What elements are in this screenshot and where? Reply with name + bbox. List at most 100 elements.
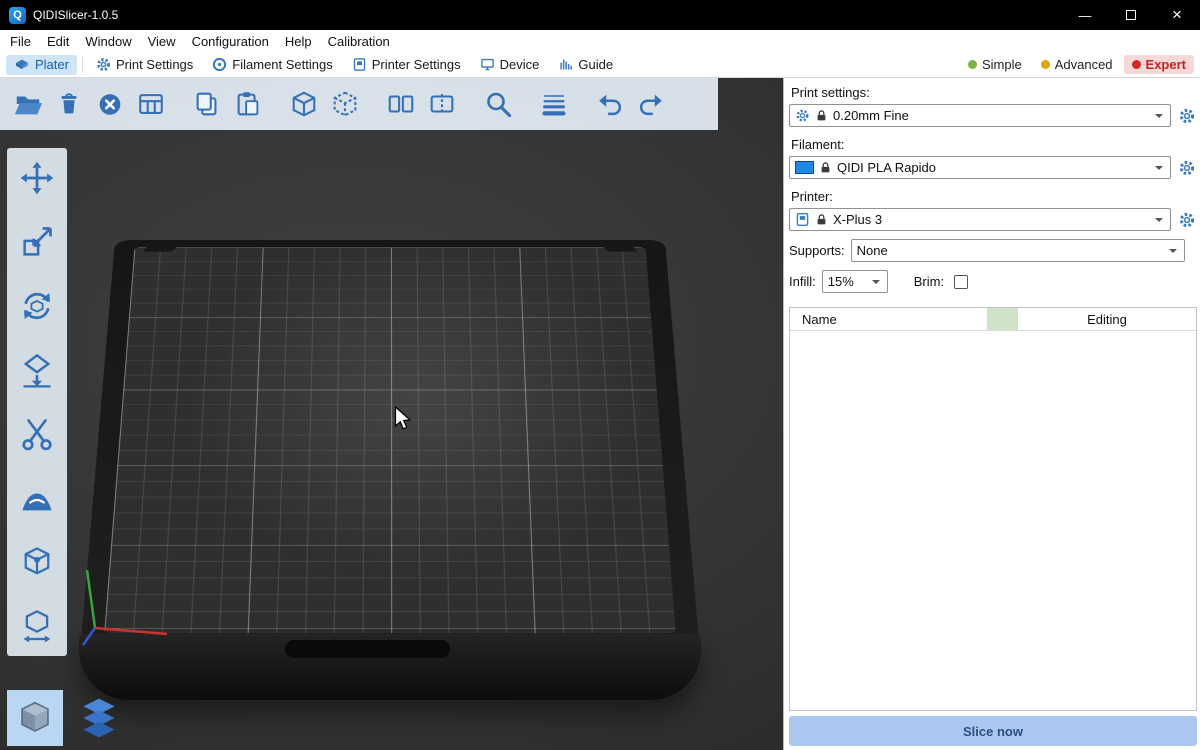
print-bed-handle [285,640,450,658]
menu-configuration[interactable]: Configuration [184,30,277,52]
lock-icon [819,161,832,174]
printer-row: X-Plus 3 [789,208,1197,231]
split-to-objects-button[interactable] [385,85,417,123]
tab-print-settings[interactable]: Print Settings [88,55,201,74]
mode-simple[interactable]: Simple [960,55,1030,74]
mode-simple-label: Simple [982,57,1022,72]
window-title: QIDISlicer-1.0.5 [33,8,118,22]
advanced-mode-dot-icon [1041,60,1050,69]
filament-gear-button[interactable] [1177,158,1197,178]
infill-combo[interactable]: 15% [822,270,888,293]
tab-plater[interactable]: Plater [6,55,77,75]
rotate-button[interactable] [14,286,60,326]
menu-edit[interactable]: Edit [39,30,77,52]
paint-supports-button[interactable] [14,478,60,518]
remove-instance-button[interactable] [329,85,361,123]
rotate-icon [19,288,55,324]
delete-icon [54,89,84,119]
maximize-button[interactable] [1108,0,1154,30]
supports-combo[interactable]: None [851,239,1185,262]
column-header-editing: Editing [1018,308,1196,330]
toolbar-group-split [385,85,458,123]
device-icon [480,57,495,72]
toolbar-group-instances [288,85,361,123]
variable-layer-height-button[interactable] [538,85,570,123]
move-icon [19,160,55,196]
undo-icon [595,89,625,119]
expert-mode-dot-icon [1132,60,1141,69]
tab-print-settings-label: Print Settings [116,57,193,72]
slice-now-button[interactable]: Slice now [789,716,1197,746]
menubar: File Edit Window View Configuration Help… [0,30,1200,52]
move-button[interactable] [14,158,60,198]
print-settings-icon [96,57,111,72]
tab-device[interactable]: Device [472,55,548,74]
scale-button[interactable] [14,222,60,262]
tab-filament-settings-label: Filament Settings [232,57,332,72]
menu-window[interactable]: Window [77,30,139,52]
seam-painting-button[interactable] [14,542,60,582]
menu-file[interactable]: File [2,30,39,52]
tab-printer-settings[interactable]: Printer Settings [344,55,469,74]
measure-icon [19,608,55,644]
object-list-header: Name Editing [790,308,1196,331]
arrange-button[interactable] [135,85,167,123]
gizmo-toolbar [7,148,67,656]
filament-combo[interactable]: QIDI PLA Rapido [789,156,1171,179]
infill-value: 15% [828,274,854,289]
place-on-face-button[interactable] [14,350,60,390]
mouse-cursor [394,406,412,432]
main-toolbar [0,78,718,130]
paste-icon [233,89,263,119]
app-logo-icon: Q [9,7,26,24]
measure-button[interactable] [14,606,60,646]
open-button[interactable] [12,85,44,123]
3d-editor-view-button[interactable] [7,690,63,746]
printer-gear-button[interactable] [1177,210,1197,230]
3d-viewport[interactable] [0,78,783,750]
paint-supports-icon [19,480,55,516]
sidebar: Print settings: 0.20mm Fine Filament: QI… [783,78,1200,750]
tab-printer-settings-label: Printer Settings [372,57,461,72]
gear-icon [1178,107,1196,125]
delete-button[interactable] [53,85,85,123]
arrange-icon [136,89,166,119]
print-settings-gear-button[interactable] [1177,106,1197,126]
tab-device-label: Device [500,57,540,72]
printer-combo[interactable]: X-Plus 3 [789,208,1171,231]
menu-view[interactable]: View [140,30,184,52]
tab-filament-settings[interactable]: Filament Settings [204,55,340,74]
open-folder-icon [13,89,43,119]
search-button[interactable] [482,85,514,123]
print-settings-combo[interactable]: 0.20mm Fine [789,104,1171,127]
copy-button[interactable] [191,85,223,123]
lock-icon [815,213,828,226]
split-to-parts-button[interactable] [426,85,458,123]
menu-help[interactable]: Help [277,30,320,52]
object-list-body[interactable] [790,331,1196,710]
tab-guide[interactable]: Guide [550,55,621,74]
preview-view-button[interactable] [71,690,127,746]
paste-button[interactable] [232,85,264,123]
add-instance-button[interactable] [288,85,320,123]
printer-label: Printer: [791,189,1195,204]
redo-button[interactable] [635,85,667,123]
search-icon [482,88,514,120]
delete-all-button[interactable] [94,85,126,123]
minimize-button[interactable]: — [1062,0,1108,30]
cut-button[interactable] [14,414,60,454]
tab-separator [82,57,83,73]
brim-label: Brim: [914,274,944,289]
mode-advanced-label: Advanced [1055,57,1113,72]
print-settings-label: Print settings: [791,85,1195,100]
tabbar: Plater Print Settings Filament Settings … [0,52,1200,78]
tab-plater-label: Plater [35,57,69,72]
main-area: Print settings: 0.20mm Fine Filament: QI… [0,78,1200,750]
mode-advanced[interactable]: Advanced [1033,55,1121,74]
close-button[interactable]: × [1154,0,1200,30]
undo-button[interactable] [594,85,626,123]
menu-calibration[interactable]: Calibration [320,30,398,52]
brim-checkbox[interactable] [954,275,968,289]
remove-instance-icon [330,89,360,119]
mode-expert[interactable]: Expert [1124,55,1194,74]
